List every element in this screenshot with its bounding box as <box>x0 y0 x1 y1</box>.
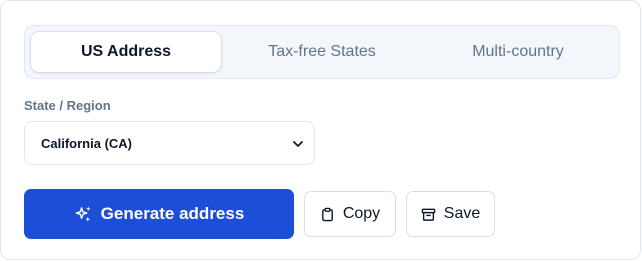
tab-us-address[interactable]: US Address <box>31 32 221 72</box>
sparkles-icon <box>74 205 93 224</box>
chevron-down-icon <box>292 138 304 150</box>
state-region-select[interactable]: California (CA) <box>24 121 315 165</box>
copy-label: Copy <box>342 205 381 222</box>
tab-multi-country[interactable]: Multi-country <box>423 32 613 72</box>
state-region-label: State / Region <box>24 98 111 113</box>
generate-address-label: Generate address <box>100 204 245 223</box>
state-region-selected-value: California (CA) <box>41 135 132 151</box>
mode-tabs: US Address Tax-free States Multi-country <box>24 25 620 79</box>
save-label: Save <box>443 205 481 222</box>
clipboard-icon <box>320 207 335 222</box>
address-generator-card: US Address Tax-free States Multi-country… <box>0 0 641 260</box>
generate-address-button[interactable]: Generate address <box>24 189 294 239</box>
save-button[interactable]: Save <box>406 191 495 237</box>
archive-box-icon <box>421 207 436 222</box>
copy-button[interactable]: Copy <box>304 191 396 237</box>
tab-tax-free-states[interactable]: Tax-free States <box>227 32 417 72</box>
